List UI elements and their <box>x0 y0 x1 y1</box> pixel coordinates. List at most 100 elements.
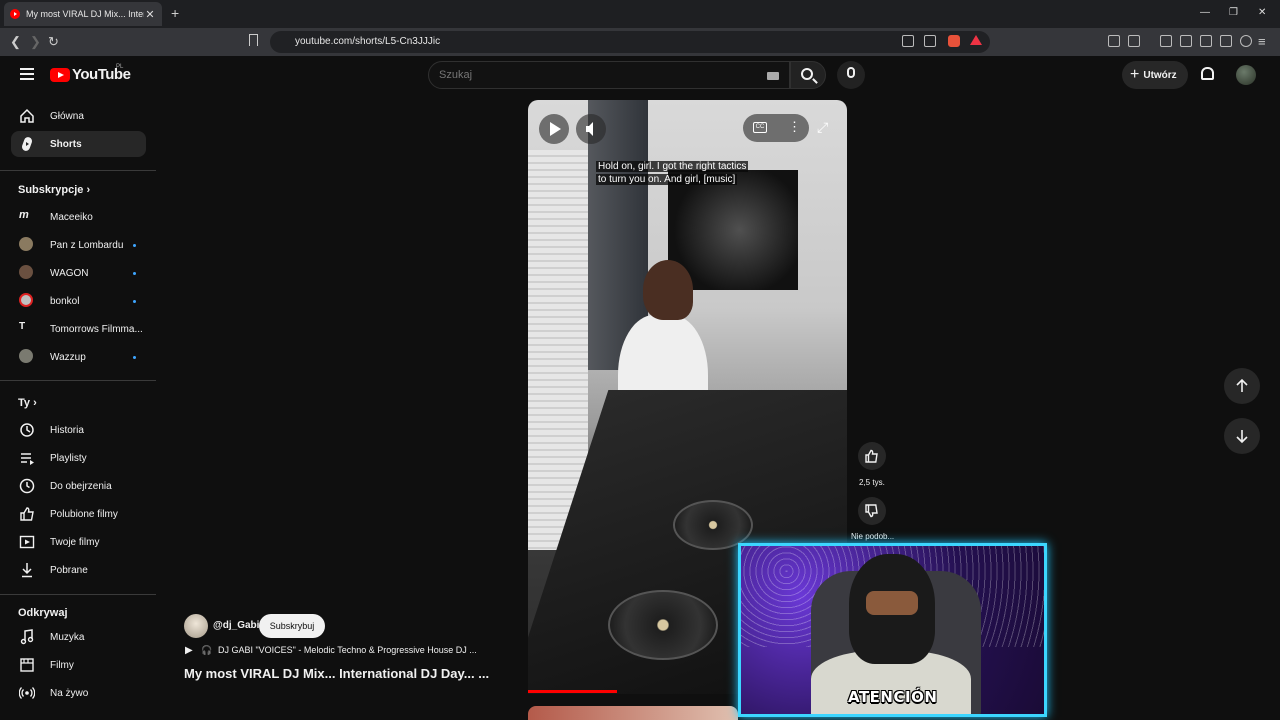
wallet-icon[interactable] <box>1200 35 1212 47</box>
you-heading[interactable]: Ty › <box>18 397 37 409</box>
sidebar-item-movies[interactable]: Filmy <box>11 652 146 678</box>
sidebar-item-music[interactable]: Muzyka <box>11 624 146 650</box>
plus-icon: + <box>1130 66 1140 83</box>
short-title[interactable]: My most VIRAL DJ Mix... International DJ… <box>184 666 489 681</box>
youtube-play-icon <box>50 67 70 82</box>
screenshot-icon[interactable] <box>1128 35 1140 47</box>
sidebar-item-wagon[interactable]: WAGON <box>11 260 146 286</box>
new-tab-button[interactable]: + <box>171 5 179 21</box>
hamburger-menu-icon[interactable] <box>20 68 34 80</box>
channel-handle[interactable]: @dj_Gabi <box>213 620 259 631</box>
rewards-icon[interactable] <box>970 35 982 45</box>
channel-avatar <box>19 349 35 365</box>
search-input[interactable] <box>439 69 739 81</box>
youtube-logo[interactable]: YouTube PL <box>50 64 131 83</box>
search-box <box>428 61 790 89</box>
captions-icon[interactable]: CC <box>753 122 767 133</box>
like-icon <box>865 449 878 463</box>
close-window-icon[interactable]: ✕ <box>1258 7 1266 18</box>
leo-ai-icon[interactable] <box>1220 35 1232 47</box>
dislike-button[interactable] <box>858 497 886 525</box>
sidebar-item-your-videos[interactable]: Twoje filmy <box>11 529 146 555</box>
voice-search-button[interactable] <box>837 61 865 89</box>
liked-icon <box>19 506 35 522</box>
sidebar-item-pan-z-lombardu[interactable]: Pan z Lombardu <box>11 232 146 258</box>
sidebar-item-tomorrows-filmmakers[interactable]: T Tomorrows Filmma... <box>11 316 146 342</box>
fullscreen-icon[interactable]: ⤢ <box>817 119 828 136</box>
live-icon <box>18 685 36 701</box>
movies-icon <box>19 657 35 673</box>
bookmark-icon[interactable] <box>249 34 258 46</box>
next-short-preview[interactable] <box>528 706 738 720</box>
sidebar-item-history[interactable]: Historia <box>11 417 146 443</box>
sidebar-item-live[interactable]: Na żywo <box>11 680 146 706</box>
sidebar-item-downloads[interactable]: Pobrane <box>11 557 146 583</box>
channel-avatar <box>19 237 35 253</box>
shorts-icon <box>19 136 35 152</box>
sidebar-item-watch-later[interactable]: Do obejrzenia <box>11 473 146 499</box>
tab-close-icon[interactable]: ✕ <box>144 8 156 21</box>
playlists-icon <box>19 450 35 466</box>
restore-icon[interactable]: ❐ <box>1229 7 1238 18</box>
subscriptions-heading[interactable]: Subskrypcje › <box>18 184 90 196</box>
forward-icon[interactable]: ❯ <box>30 34 41 50</box>
channel-avatar[interactable] <box>184 614 208 638</box>
channel-avatar: m <box>19 209 29 221</box>
player-controls-pill: CC ⋮ <box>743 114 809 142</box>
new-content-dot <box>133 356 136 359</box>
vpn-icon[interactable] <box>1240 35 1252 47</box>
share-icon[interactable] <box>924 35 936 47</box>
notifications-bell-icon[interactable] <box>1201 67 1214 80</box>
play-button[interactable] <box>539 114 569 144</box>
extensions-icon[interactable] <box>1108 35 1120 47</box>
back-icon[interactable]: ❮ <box>10 34 21 50</box>
reload-icon[interactable]: ↻ <box>48 34 59 50</box>
volume-button[interactable] <box>576 114 606 144</box>
sidebar-item-liked-videos[interactable]: Polubione filmy <box>11 501 146 527</box>
channel-avatar <box>19 293 35 309</box>
address-bar[interactable]: youtube.com/shorts/L5-Cn3JJJic <box>270 31 990 53</box>
chevron-right-icon: › <box>86 184 91 196</box>
search-button[interactable] <box>790 61 826 89</box>
your-videos-icon <box>19 534 35 550</box>
youtube-favicon-icon <box>10 9 20 19</box>
cast-icon[interactable] <box>902 35 914 47</box>
channel-avatar: T <box>19 321 26 332</box>
sidebar-item-wazzup[interactable]: Wazzup <box>11 344 146 370</box>
like-button[interactable] <box>858 442 886 470</box>
minimize-icon[interactable]: — <box>1200 7 1210 18</box>
keyboard-icon[interactable] <box>767 72 779 80</box>
music-track-link[interactable]: ▶ 🎧 DJ GABI "VOICES" - Melodic Techno & … <box>185 645 477 656</box>
previous-short-button[interactable] <box>1224 368 1260 404</box>
home-icon <box>19 108 35 124</box>
browser-tabbar: My most VIRAL DJ Mix... Internat ✕ + — ❐… <box>0 0 1280 28</box>
new-content-dot <box>133 300 136 303</box>
divider <box>0 170 156 171</box>
arrow-up-icon <box>1236 378 1248 392</box>
dislike-label: Nie podob... <box>851 532 895 541</box>
video-progress-bar[interactable] <box>528 690 617 693</box>
play-icon <box>550 122 561 136</box>
sidebar-item-shorts[interactable]: Shorts <box>11 131 146 157</box>
media-icon[interactable] <box>1160 35 1172 47</box>
sidebar-icon[interactable] <box>1180 35 1192 47</box>
subscribe-button[interactable]: Subskrybuj <box>259 614 325 638</box>
sidebar-item-home[interactable]: Główna <box>11 103 146 129</box>
sidebar-item-maceeiko[interactable]: m Maceeiko <box>11 204 146 230</box>
browser-toolbar: ❮ ❯ ↻ youtube.com/shorts/L5-Cn3JJJic <box>0 28 1280 56</box>
play-small-icon: ▶ <box>185 645 193 656</box>
headphones-icon: 🎧 <box>201 645 213 655</box>
brave-shield-icon[interactable] <box>948 35 960 47</box>
next-short-button[interactable] <box>1224 418 1260 454</box>
overlay-text: ATENCIÓN <box>848 688 938 706</box>
create-button[interactable]: + Utwórz <box>1122 61 1188 89</box>
browser-tab[interactable]: My most VIRAL DJ Mix... Internat ✕ <box>4 2 162 26</box>
more-options-icon[interactable]: ⋮ <box>788 120 801 134</box>
download-icon <box>19 562 35 578</box>
sidebar-item-bonkol[interactable]: bonkol <box>11 288 146 314</box>
account-avatar[interactable] <box>1236 65 1256 85</box>
sidebar-item-playlists[interactable]: Playlisty <box>11 445 146 471</box>
music-icon <box>19 629 35 645</box>
browser-menu-icon[interactable]: ≡ <box>1258 34 1266 49</box>
channel-avatar <box>19 265 35 281</box>
